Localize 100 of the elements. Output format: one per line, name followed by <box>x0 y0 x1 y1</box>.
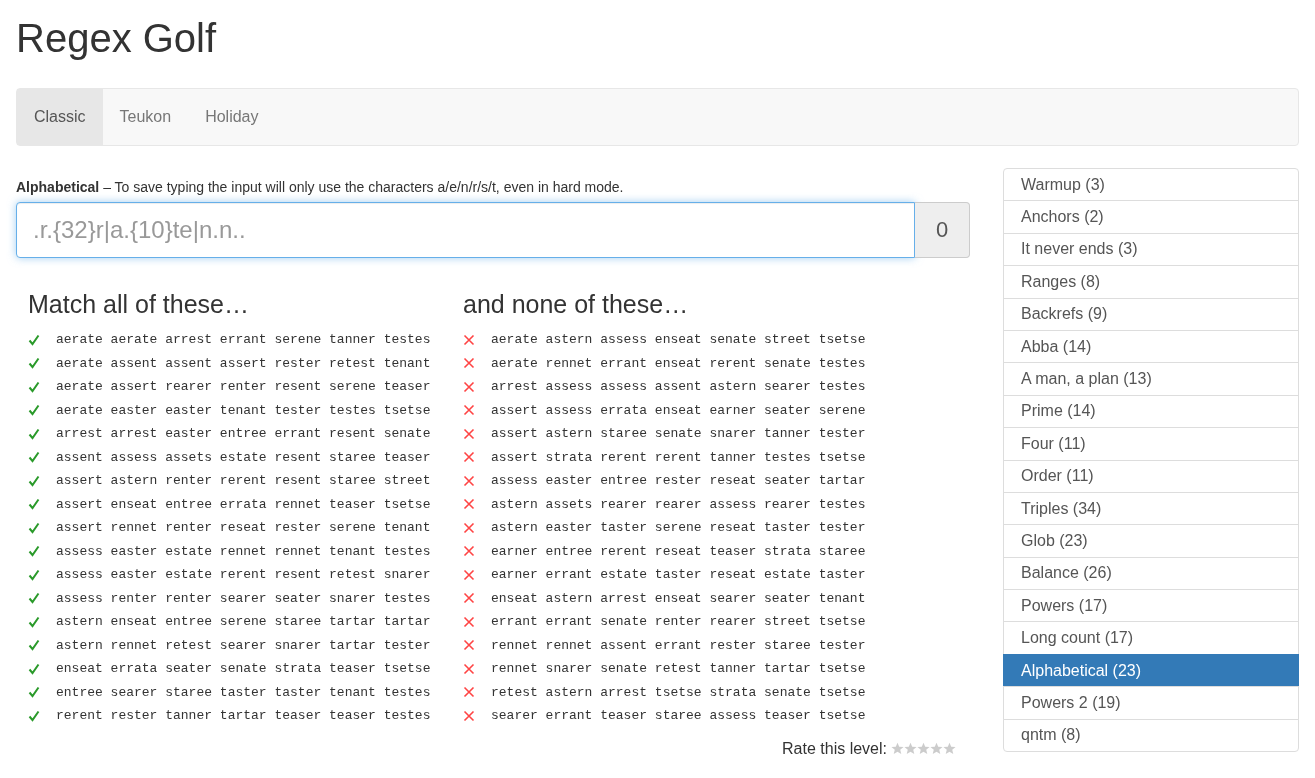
word-list: rennet rennet assent errant rester staree tester <box>491 637 866 653</box>
word-list: assess renter renter searer seater snarer testes <box>56 590 431 606</box>
level-list-item[interactable]: Ranges (8) <box>1003 265 1299 299</box>
level-list-item[interactable]: Long count (17) <box>1003 621 1299 655</box>
star-rating[interactable] <box>891 742 956 755</box>
tab[interactable]: Teukon <box>102 89 189 145</box>
cross-icon <box>463 357 475 370</box>
word-list: assert astern renter rerent resent staree street <box>56 473 431 489</box>
cross-icon <box>463 709 475 722</box>
checkmark-icon <box>28 357 40 370</box>
checkmark-icon <box>28 568 40 581</box>
word-list: errant errant senate renter rearer street tsetse <box>491 614 866 630</box>
cross-icon <box>463 568 475 581</box>
checkmark-icon <box>28 592 40 605</box>
level-list-item[interactable]: Powers (17) <box>1003 589 1299 623</box>
word-list: assent assess assets estate resent staree teaser <box>56 449 431 465</box>
word-list: aerate assert rearer renter resent serene teaser <box>56 379 431 395</box>
level-list-item[interactable]: It never ends (3) <box>1003 232 1299 267</box>
cross-icon <box>463 333 475 346</box>
level-list-item[interactable]: qntm (8) <box>1003 718 1299 753</box>
word-list: astern rennet retest searer snarer tartar tester <box>56 637 431 653</box>
word-list: rennet snarer senate retest tanner tartar tsetse <box>491 661 866 677</box>
level-list-item[interactable]: Abba (14) <box>1003 329 1299 364</box>
star-icon[interactable] <box>930 742 943 755</box>
cross-icon <box>463 380 475 393</box>
checkmark-icon <box>28 521 40 534</box>
checkmark-icon <box>28 686 40 699</box>
cross-icon <box>463 686 475 699</box>
cross-icon <box>463 404 475 417</box>
word-list: entree searer staree taster taster tenant testes <box>56 684 431 700</box>
cross-icon <box>463 615 475 628</box>
checkmark-icon <box>28 333 40 346</box>
checkmark-icon <box>28 639 40 652</box>
level-list-item[interactable]: Four (11) <box>1003 427 1299 461</box>
level-list-item[interactable]: Alphabetical (23) <box>1003 653 1299 688</box>
star-icon[interactable] <box>943 742 956 755</box>
word-list: retest astern arrest tsetse strata senate tsetse <box>491 684 866 700</box>
column-heading: and none of these… <box>463 289 690 320</box>
score-counter: 0 <box>915 202 970 258</box>
level-list-item[interactable]: Backrefs (9) <box>1003 297 1299 331</box>
level-list-item[interactable]: Anchors (2) <box>1003 200 1299 234</box>
checkmark-icon <box>28 498 40 511</box>
column-heading: Match all of these… <box>28 289 250 320</box>
word-list: aerate easter easter tenant tester testes tsetse <box>56 402 431 418</box>
level-list-item[interactable]: Order (11) <box>1003 459 1299 493</box>
word-list: arrest assess assess assent astern searer testes <box>491 379 866 395</box>
word-list: assert assess errata enseat earner seater serene <box>491 402 866 418</box>
star-icon[interactable] <box>891 742 904 755</box>
cross-icon <box>463 451 475 464</box>
level-list-item[interactable]: A man, a plan (13) <box>1003 362 1299 396</box>
word-list: astern assets rearer rearer assess rearer testes <box>491 496 866 512</box>
checkmark-icon <box>28 404 40 417</box>
checkmark-icon <box>28 474 40 487</box>
cross-icon <box>463 498 475 511</box>
word-list: earner entree rerent reseat teaser strata staree <box>491 543 866 559</box>
checkmark-icon <box>28 709 40 722</box>
word-list: assert astern staree senate snarer tanner tester <box>491 426 866 442</box>
word-list: rerent rester tanner tartar teaser teaser testes <box>56 708 431 724</box>
word-list: aerate rennet errant enseat rerent senate testes <box>491 355 866 371</box>
tab[interactable]: Classic <box>17 89 103 145</box>
star-icon[interactable] <box>904 742 917 755</box>
word-list: assert enseat entree errata rennet teaser tsetse <box>56 496 431 512</box>
level-list-item[interactable]: Glob (23) <box>1003 524 1299 558</box>
page-title: Regex Golf <box>16 15 218 60</box>
checkmark-icon <box>28 451 40 464</box>
word-list: aerate astern assess enseat senate street tsetse <box>491 332 866 348</box>
level-list-item[interactable]: Warmup (3) <box>1003 168 1299 202</box>
word-list: assess easter estate rerent resent retest snarer <box>56 567 431 583</box>
word-list: searer errant teaser staree assess teaser tsetse <box>491 708 866 724</box>
cross-icon <box>463 592 475 605</box>
word-list: aerate aerate arrest errant serene tanner testes <box>56 332 431 348</box>
word-list: astern easter taster serene reseat taster tester <box>491 520 866 536</box>
cross-icon <box>463 545 475 558</box>
checkmark-icon <box>28 662 40 675</box>
star-icon[interactable] <box>917 742 930 755</box>
word-list: arrest arrest easter entree errant resent senate <box>56 426 431 442</box>
word-list: assert rennet renter reseat rester serene tenant <box>56 520 431 536</box>
level-list-item[interactable]: Powers 2 (19) <box>1003 686 1299 720</box>
word-list: enseat astern arrest enseat searer seater tenant <box>491 590 866 606</box>
cross-icon <box>463 521 475 534</box>
word-list: aerate assent assent assert rester retest tenant <box>56 355 431 371</box>
level-description: Alphabetical – To save typing the input will only use the characters a/e/n/r/s/t, even in hard mode. <box>16 178 625 197</box>
level-list-item[interactable]: Triples (34) <box>1003 491 1299 526</box>
word-list: assess easter entree rester reseat seater tartar <box>491 473 866 489</box>
word-list: astern enseat entree serene staree tartar tartar <box>56 614 431 630</box>
cross-icon <box>463 474 475 487</box>
word-list: assert strata rerent rerent tanner testes tsetse <box>491 449 866 465</box>
cross-icon <box>463 662 475 675</box>
word-list: assess easter estate rennet rennet tenant testes <box>56 543 431 559</box>
regex-input-field[interactable]: .r.{32}r|a.{10}te|n.n.. <box>16 202 915 258</box>
checkmark-icon <box>28 615 40 628</box>
word-list: earner errant estate taster reseat estate taster <box>491 567 866 583</box>
checkmark-icon <box>28 380 40 393</box>
level-list-item[interactable]: Prime (14) <box>1003 394 1299 429</box>
checkmark-icon <box>28 545 40 558</box>
word-list: enseat errata seater senate strata teaser tsetse <box>56 661 431 677</box>
rating-label: Rate this level: <box>782 739 887 758</box>
tab[interactable]: Holiday <box>188 89 276 145</box>
level-list-item[interactable]: Balance (26) <box>1003 556 1299 591</box>
cross-icon <box>463 639 475 652</box>
